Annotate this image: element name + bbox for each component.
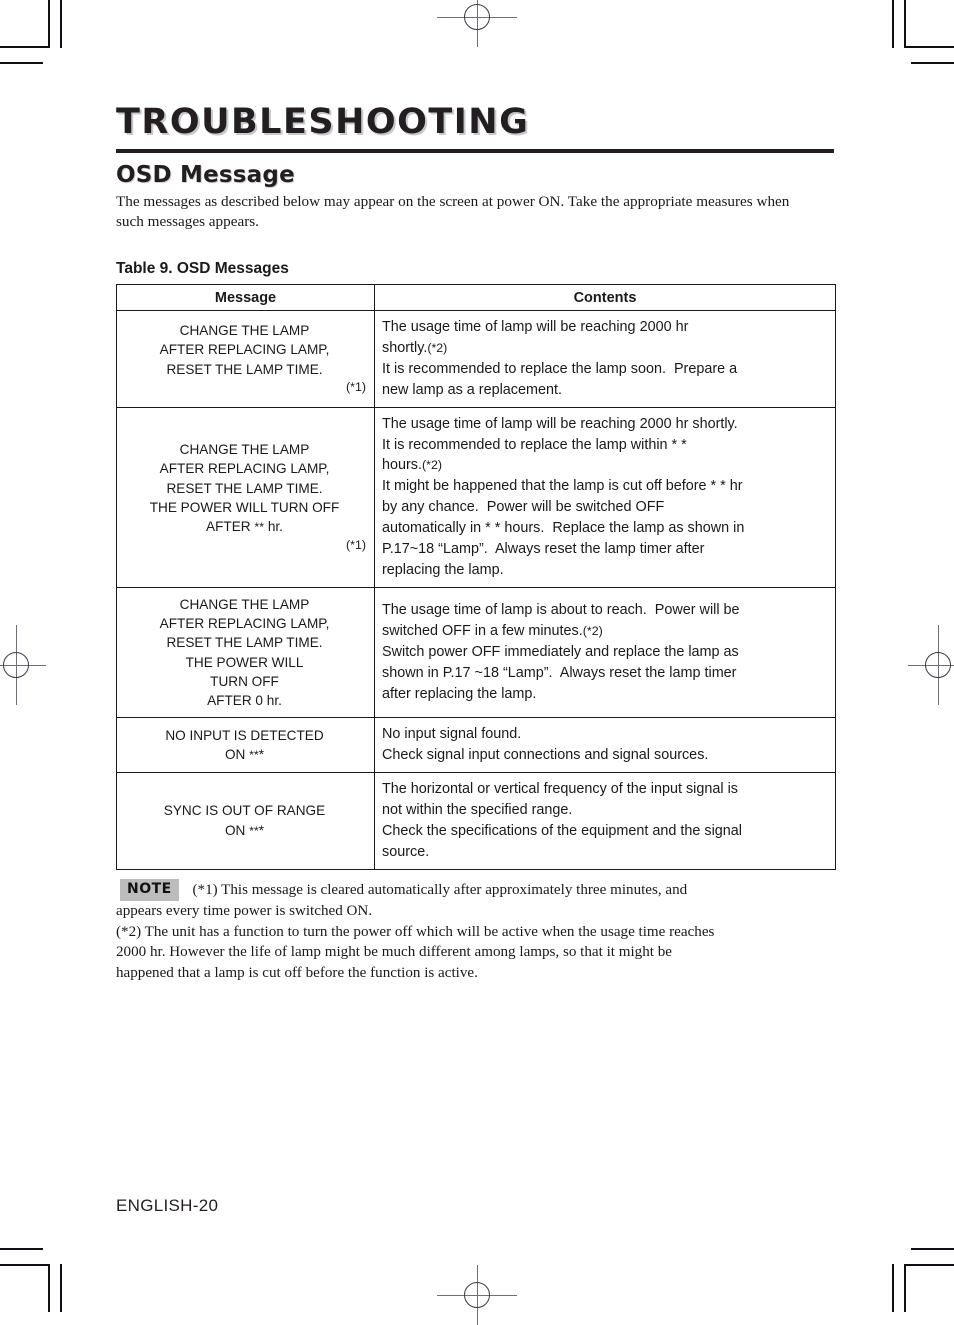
- crop-mark-top-right-vertical: [892, 0, 894, 48]
- table-row: NO INPUT IS DETECTED ON *** No input signa…: [116, 717, 836, 774]
- crop-mark-top-left-vertical: [48, 0, 50, 48]
- crop-mark-bottom-right-inner-horizontal: [911, 1248, 954, 1250]
- crop-mark-bottom-right-horizontal: [904, 1264, 954, 1266]
- contents-line: hours.(*2): [382, 457, 442, 474]
- cell-contents: The usage time of lamp will be reaching …: [374, 310, 836, 408]
- message-line: ON ***: [224, 822, 265, 838]
- contents-line: The horizontal or vertical frequency of …: [382, 781, 738, 798]
- contents-line: replacing the lamp.: [382, 561, 504, 578]
- message-line: AFTER REPLACING LAMP,: [159, 461, 330, 477]
- crop-mark-top-left-inner-vertical: [60, 0, 62, 48]
- contents-line: Check the specifications of the equipmen…: [382, 822, 742, 839]
- message-line: SYNC IS OUT OF RANGE: [163, 803, 326, 819]
- message-footnote-ref: (*1): [346, 537, 366, 552]
- title-divider: [116, 149, 834, 153]
- crop-mark-bottom-left-inner-vertical: [60, 1264, 62, 1312]
- registration-circle: [3, 652, 29, 678]
- message-line: ON ***: [224, 747, 265, 763]
- crop-mark-bottom-right-inner-vertical: [904, 1264, 906, 1312]
- contents-line: No input signal found.: [382, 726, 522, 743]
- contents-line: The usage time of lamp is about to reach…: [382, 602, 740, 619]
- crop-mark-bottom-left-vertical: [48, 1264, 50, 1312]
- crop-mark-bottom-left-horizontal: [0, 1264, 50, 1266]
- contents-line: shown in P.17 ~18 “Lamp”. Always reset t…: [382, 664, 737, 681]
- cell-contents: The usage time of lamp will be reaching …: [374, 406, 836, 588]
- page-footer: ENGLISH-20: [116, 1196, 219, 1215]
- contents-line: It is recommended to replace the lamp so…: [382, 360, 738, 377]
- cell-message: CHANGE THE LAMP AFTER REPLACING LAMP, RESE…: [116, 310, 375, 408]
- table-header-row: Message Contents: [116, 284, 836, 312]
- message-line: AFTER REPLACING LAMP,: [159, 615, 330, 631]
- section-heading: OSD Message: [116, 162, 295, 188]
- table-row: CHANGE THE LAMP AFTER REPLACING LAMP, RESE…: [116, 310, 836, 408]
- cell-message: CHANGE THE LAMP AFTER REPLACING LAMP, RESE…: [116, 406, 375, 588]
- message-line: THE POWER WILL TURN OFF: [149, 499, 340, 515]
- message-line: TURN OFF: [210, 673, 279, 689]
- cell-message: NO INPUT IS DETECTED ON ***: [116, 717, 375, 774]
- contents-line: by any chance. Power will be switched OF…: [382, 499, 665, 516]
- table-body: CHANGE THE LAMP AFTER REPLACING LAMP, RESE…: [116, 310, 836, 870]
- note-line: 2000 hr. However the life of lamp might …: [116, 944, 672, 961]
- crop-mark-top-right-inner-vertical: [904, 0, 906, 48]
- contents-line: It is recommended to replace the lamp wi…: [382, 436, 687, 453]
- contents-line: shortly.(*2): [382, 340, 448, 356]
- crop-mark-bottom-left-inner-horizontal: [0, 1248, 43, 1250]
- message-line: CHANGE THE LAMP: [179, 596, 310, 612]
- message-line: RESET THE LAMP TIME.: [166, 361, 323, 377]
- page-title: TROUBLESHOOTING: [116, 102, 530, 142]
- crop-mark-top-right-inner-horizontal: [911, 62, 954, 64]
- note-line: happened that a lamp is cut off before t…: [116, 964, 478, 981]
- osd-messages-table: Message Contents CHANGE THE LAMP AFTER RE…: [116, 284, 836, 870]
- contents-line: automatically in * * hours. Replace the …: [382, 520, 745, 536]
- crop-mark-top-left-horizontal: [0, 46, 50, 48]
- message-line: AFTER REPLACING LAMP,: [159, 342, 330, 358]
- intro-paragraph: The messages as described below may appe…: [116, 193, 790, 231]
- note-text: (*1) This message is cleared automatical…: [116, 882, 838, 984]
- contents-line: Check signal input connections and signa…: [382, 747, 709, 764]
- contents-line: new lamp as a replacement.: [382, 381, 562, 398]
- column-header-contents: Contents: [374, 284, 836, 312]
- table-row: CHANGE THE LAMP AFTER REPLACING LAMP, RESE…: [116, 406, 836, 588]
- cell-contents: No input signal found. Check signal input…: [374, 717, 836, 774]
- cell-message: SYNC IS OUT OF RANGE ON ***: [116, 772, 375, 870]
- contents-line: The usage time of lamp will be reaching …: [382, 319, 689, 336]
- note-badge: NOTE: [120, 878, 179, 901]
- contents-line: The usage time of lamp will be reaching …: [382, 415, 738, 432]
- contents-line: switched OFF in a few minutes.(*2): [382, 623, 603, 640]
- message-line: CHANGE THE LAMP: [179, 441, 310, 457]
- cell-contents: The horizontal or vertical frequency of …: [374, 772, 836, 870]
- crop-mark-bottom-right-vertical: [892, 1264, 894, 1312]
- note-line: appears every time power is switched ON.: [116, 902, 373, 919]
- note-line: (*2) The unit has a function to turn the…: [116, 923, 715, 940]
- message-footnote-ref: (*1): [346, 380, 366, 395]
- column-header-message: Message: [116, 284, 375, 312]
- contents-line: source.: [382, 843, 430, 860]
- registration-circle: [925, 652, 951, 678]
- message-line: RESET THE LAMP TIME.: [166, 635, 323, 651]
- page-content: TROUBLESHOOTING OSD Message The messages…: [116, 0, 838, 1312]
- message-line: NO INPUT IS DETECTED: [165, 727, 324, 743]
- message-line: CHANGE THE LAMP: [179, 323, 310, 339]
- contents-line: It might be happened that the lamp is cu…: [382, 478, 743, 495]
- contents-line: after replacing the lamp.: [382, 685, 537, 702]
- table-row: SYNC IS OUT OF RANGE ON *** The horizontal…: [116, 772, 836, 870]
- contents-line: Switch power OFF immediately and replace…: [382, 644, 739, 661]
- note-line: (*1) This message is cleared automatical…: [192, 881, 688, 898]
- contents-line: P.17~18 “Lamp”. Always reset the lamp ti…: [382, 540, 705, 557]
- message-line: RESET THE LAMP TIME.: [166, 480, 323, 496]
- cell-message: CHANGE THE LAMP AFTER REPLACING LAMP, RESE…: [116, 586, 375, 719]
- note-block: NOTE (*1) This message is cleared automa…: [116, 878, 838, 984]
- cell-contents: The usage time of lamp is about to reach…: [374, 586, 836, 719]
- message-line: THE POWER WILL: [185, 654, 304, 670]
- table-caption: Table 9. OSD Messages: [116, 260, 289, 278]
- message-line: AFTER ** hr.: [206, 519, 283, 535]
- contents-line: not within the specified range.: [382, 802, 573, 819]
- registration-mark-left: [0, 625, 46, 705]
- table-row: CHANGE THE LAMP AFTER REPLACING LAMP, RESE…: [116, 586, 836, 719]
- message-line: AFTER 0 hr.: [207, 693, 282, 709]
- registration-mark-right: [908, 625, 954, 705]
- crop-mark-top-right-horizontal: [904, 46, 954, 48]
- crop-mark-top-left-inner-horizontal: [0, 62, 43, 64]
